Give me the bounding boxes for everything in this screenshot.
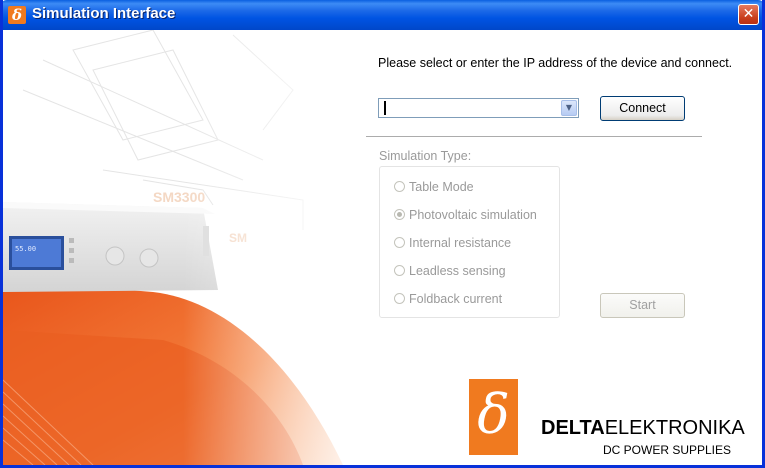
brand-name-bold: DELTA [541,417,605,439]
brand-tagline: DC POWER SUPPLIES [603,443,732,457]
radio-button[interactable] [394,265,405,276]
delta-logo-icon: δ [469,379,518,455]
brand-name-rest: ELEKTRONIKA [604,417,745,439]
option-label: Foldback current [409,292,503,306]
text-caret [384,101,386,115]
option-internal-resistance[interactable]: Internal resistance [394,235,511,251]
client-area: SM3300 55.00 SM [3,30,762,465]
brand-name: DELTAELEKTRONIKA [541,417,745,440]
radio-button[interactable] [394,181,405,192]
option-label: Internal resistance [409,236,512,250]
option-foldback-current[interactable]: Foldback current [394,291,502,307]
title-bar[interactable]: δ Simulation Interface ✕ [3,0,762,30]
svg-text:55.00: 55.00 [15,245,36,253]
simulation-type-group: Table Mode Photovoltaic simulation Inter… [379,166,560,318]
simulation-type-label: Simulation Type: [379,149,472,163]
radio-button[interactable] [394,237,405,248]
window-title: Simulation Interface [32,5,176,22]
option-photovoltaic-simulation[interactable]: Photovoltaic simulation [394,207,537,223]
separator [366,136,702,138]
delta-icon: δ [8,6,26,24]
option-leadless-sensing[interactable]: Leadless sensing [394,263,506,279]
radio-button-selected[interactable] [394,209,405,220]
option-table-mode[interactable]: Table Mode [394,179,474,195]
connect-button[interactable]: Connect [600,96,685,121]
option-label: Photovoltaic simulation [409,208,537,222]
connect-prompt: Please select or enter the IP address of… [378,56,733,70]
option-label: Leadless sensing [409,264,506,278]
delta-logo-glyph: δ [477,383,510,446]
radio-button[interactable] [394,293,405,304]
ip-address-combobox[interactable]: ▼ [378,98,579,118]
chevron-down-icon[interactable]: ▼ [561,100,577,116]
close-icon[interactable]: ✕ [738,4,759,25]
start-button[interactable]: Start [600,293,685,318]
simulation-interface-window: δ Simulation Interface ✕ SM3300 55.00 Pl… [0,0,765,468]
option-label: Table Mode [409,180,474,194]
